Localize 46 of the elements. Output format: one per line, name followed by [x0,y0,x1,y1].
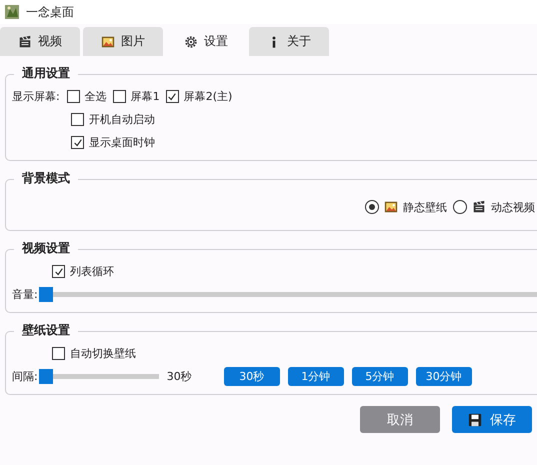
checkbox-label: 屏幕2(主) [184,89,232,104]
field-label: 音量: [12,287,38,302]
checkbox[interactable] [52,265,65,278]
group-title: 背景模式 [14,170,78,187]
tab[interactable]: 关于 [249,27,329,56]
radio-button[interactable] [365,200,379,214]
checkbox[interactable] [166,90,179,103]
checkbox-label: 列表循环 [70,264,114,279]
slider-thumb[interactable] [38,287,53,302]
checkbox[interactable] [112,90,126,103]
film-clapper-icon [472,200,486,214]
film-clapper-icon [18,34,32,48]
picture-icon [101,34,115,48]
interval-preset-button[interactable]: 30秒 [224,367,280,386]
interval-preset-button[interactable]: 1分钟 [288,367,344,386]
field-label: 显示屏幕: [12,89,60,104]
tab[interactable]: 图片 [83,27,163,56]
checkbox-label: 全选 [84,89,107,104]
group-title: 视频设置 [14,240,78,257]
app-logo-icon [4,4,20,20]
interval-preset-button[interactable]: 5分钟 [352,367,408,386]
radio-button[interactable] [453,200,467,214]
slider-track[interactable] [38,369,159,384]
radio-label: 动态视频 [491,200,535,214]
picture-icon [384,200,398,214]
tab[interactable]: 视频 [0,27,80,56]
cancel-button[interactable]: 取消 [360,406,440,433]
checkbox-label: 屏幕1 [130,89,160,104]
checkbox-label: 自动切换壁纸 [70,346,136,361]
checkbox[interactable] [66,90,80,103]
interval-preset-button[interactable]: 30分钟 [416,367,472,386]
group-title: 壁纸设置 [14,322,78,339]
slider-track[interactable] [38,287,537,302]
field-label: 间隔: [12,369,38,384]
checkbox-label: 显示桌面时钟 [89,135,155,150]
window-title: 一念桌面 [26,4,74,20]
checkbox[interactable] [71,136,84,149]
checkbox[interactable] [52,347,65,360]
checkbox[interactable] [71,113,84,126]
radio-label: 静态壁纸 [403,200,447,214]
checkbox-label: 开机自动启动 [89,112,155,127]
gear-icon [184,34,198,48]
save-button[interactable]: 保存 [452,406,532,433]
slider-thumb[interactable] [38,369,53,384]
group-title: 通用设置 [14,65,78,82]
interval-value: 30秒 [166,369,193,384]
